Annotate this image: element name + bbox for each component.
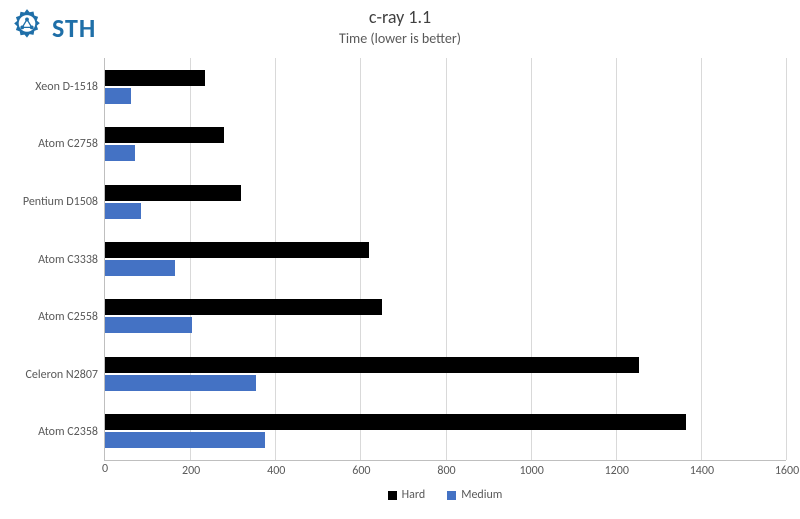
y-axis-label: Atom C2558 (38, 310, 98, 324)
x-tick-label: 800 (437, 464, 455, 478)
y-axis-label: Atom C3338 (38, 253, 98, 267)
square-icon (388, 491, 397, 500)
bar-hard (105, 357, 639, 373)
y-axis-label: Xeon D-1518 (35, 80, 98, 94)
bar-medium (105, 375, 256, 391)
bar-group (105, 127, 786, 161)
y-axis-label: Pentium D1508 (23, 195, 98, 209)
x-tick-label: 1600 (775, 464, 799, 478)
x-tick-label: 1400 (690, 464, 714, 478)
bar-medium (105, 317, 192, 333)
x-tick-label: 400 (267, 464, 285, 478)
y-axis-label: Atom C2758 (38, 137, 98, 151)
bar-group (105, 70, 786, 104)
chart-subtitle: Time (lower is better) (0, 30, 800, 47)
bar-medium (105, 432, 265, 448)
y-axis-label: Atom C2358 (38, 425, 98, 439)
bar-hard (105, 242, 369, 258)
bar-group (105, 185, 786, 219)
bar-medium (105, 88, 131, 104)
legend-item-medium: Medium (447, 488, 502, 502)
bar-hard (105, 127, 224, 143)
bar-hard (105, 414, 686, 430)
bar-group (105, 242, 786, 276)
chart-title: c-ray 1.1 (0, 6, 800, 28)
bar-hard (105, 70, 205, 86)
y-axis-label: Celeron N2807 (25, 368, 98, 382)
bar-medium (105, 145, 135, 161)
y-axis-labels: Xeon D-1518 Atom C2758 Pentium D1508 Atom C… (14, 58, 104, 461)
grid-line: 1600 (786, 58, 787, 460)
chart-plot: 0 2004006008001000120014001600 (104, 58, 786, 461)
bar-hard (105, 299, 382, 315)
x-tick-label: 600 (352, 464, 370, 478)
x-tick-label: 1000 (519, 464, 543, 478)
legend-label: Hard (402, 488, 426, 502)
x-tick-label: 200 (182, 464, 200, 478)
x-tick-label: 0 (102, 462, 108, 476)
x-tick-label: 1200 (605, 464, 629, 478)
bar-group (105, 414, 786, 448)
bar-medium (105, 260, 175, 276)
bar-hard (105, 185, 241, 201)
bar-group (105, 357, 786, 391)
plot-area: Xeon D-1518 Atom C2758 Pentium D1508 Atom C… (14, 58, 786, 505)
legend-label: Medium (461, 488, 502, 502)
chart-titles: c-ray 1.1 Time (lower is better) (0, 6, 800, 47)
bar-group (105, 299, 786, 333)
square-icon (447, 491, 456, 500)
legend-item-hard: Hard (388, 488, 426, 502)
bar-medium (105, 203, 141, 219)
legend: Hard Medium (104, 485, 786, 505)
